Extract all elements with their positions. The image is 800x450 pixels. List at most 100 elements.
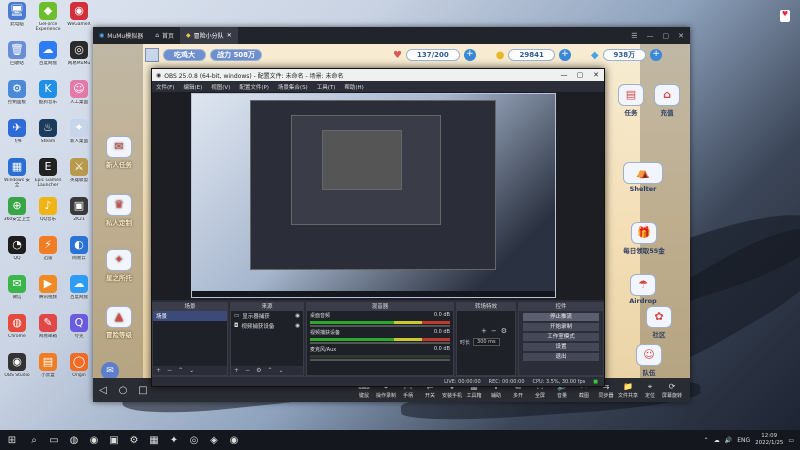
desktop-icon[interactable]: ◯ Origin: [64, 353, 94, 393]
eye-icon[interactable]: ◉: [295, 323, 300, 329]
home-button-icon[interactable]: ○: [113, 385, 133, 396]
desktop-icon[interactable]: ◎ 网易MuMu: [64, 41, 94, 81]
menu-item[interactable]: 帮助(H): [344, 83, 363, 91]
tray-expand-icon[interactable]: ⌃: [704, 437, 709, 444]
star-button[interactable]: ✦ 星之所托: [101, 249, 137, 282]
tasks-button[interactable]: ▤ 任务: [613, 84, 649, 117]
shelter-button[interactable]: ⛺ Shelter: [613, 162, 673, 193]
desktop-icon[interactable]: ✎ 网易邮箱: [33, 314, 63, 354]
taskbar-app-icon[interactable]: ✦: [164, 435, 184, 446]
start-icon[interactable]: ⊞: [0, 435, 24, 446]
taskbar-app-icon[interactable]: ◎: [184, 435, 204, 446]
taskbar-app-icon[interactable]: ◈: [204, 435, 224, 446]
tab-mumu[interactable]: ◉ MuMu模拟器: [93, 27, 149, 44]
team-button[interactable]: ☺ 队伍: [631, 344, 667, 377]
desktop-icon[interactable]: ✈ 飞书: [2, 119, 32, 159]
menu-item[interactable]: 视图(V): [211, 83, 230, 91]
toolbar-tool[interactable]: ⌖ 定位: [639, 381, 661, 399]
desktop-icon[interactable]: ▣ 2K21: [64, 197, 94, 237]
airdrop-button[interactable]: ☂ Airdrop: [613, 274, 673, 305]
desktop-icon[interactable]: ▶ 腾讯视频: [33, 275, 63, 315]
desktop-icon[interactable]: E Epic Games Launcher: [33, 158, 63, 198]
gear-icon[interactable]: ⚙: [256, 367, 261, 374]
menu-item[interactable]: 编辑(E): [183, 83, 202, 91]
remove-icon[interactable]: −: [167, 367, 172, 374]
remove-icon[interactable]: −: [491, 327, 497, 335]
scene-item[interactable]: 场景: [153, 311, 227, 321]
preview-canvas[interactable]: [191, 93, 556, 298]
minimize-icon[interactable]: —: [556, 71, 572, 79]
source-item[interactable]: ◘ 视频捕获设备 ◉: [231, 321, 303, 331]
settings-button[interactable]: 设置: [523, 343, 599, 351]
notification-center-icon[interactable]: ▭: [788, 437, 794, 444]
start-recording-button[interactable]: 开始录制: [523, 323, 599, 331]
desktop-icon[interactable]: ⚙ 控制面板: [2, 80, 32, 120]
taskbar-app-icon[interactable]: ⌕: [24, 435, 44, 446]
newbie-task-button[interactable]: ✉ 新人任务: [101, 136, 137, 169]
volume-fader[interactable]: [310, 342, 450, 344]
taskbar-app-icon[interactable]: ▦: [144, 435, 164, 446]
desktop-icon[interactable]: ◔ QQ: [2, 236, 32, 276]
desktop-icon[interactable]: ☁ 百度网盘: [64, 275, 94, 315]
desktop-icon[interactable]: ⚔ 英雄联盟: [64, 158, 94, 198]
tab-home[interactable]: ⌂ 首页: [149, 27, 180, 44]
desktop-icon[interactable]: ♪ QQ音乐: [33, 197, 63, 237]
menu-item[interactable]: 场景集合(S): [278, 83, 308, 91]
desktop-icon[interactable]: ⚡ 迅雷: [33, 236, 63, 276]
clock[interactable]: 12:09 2022/1/25: [755, 433, 783, 447]
menu-icon[interactable]: ☰: [631, 32, 637, 40]
close-icon[interactable]: ✕: [588, 71, 604, 79]
taskbar-app-icon[interactable]: ⚙: [124, 435, 144, 446]
volume-fader[interactable]: [310, 325, 450, 327]
recent-apps-icon[interactable]: □: [133, 385, 153, 396]
recharge-button[interactable]: ⌂ 充值: [649, 84, 685, 117]
desktop-icon[interactable]: ◉ OBS Studio: [2, 353, 32, 393]
language-indicator[interactable]: ENG: [737, 437, 750, 444]
custom-button[interactable]: ♛ 私人定制: [101, 194, 137, 227]
desktop-icon[interactable]: ⊕ 360安全卫士: [2, 197, 32, 237]
taskbar-app-icon[interactable]: ◉: [224, 435, 244, 446]
notification-icon[interactable]: ♥: [780, 10, 790, 22]
add-icon[interactable]: +: [481, 327, 487, 335]
taskbar-app-icon[interactable]: ▭: [44, 435, 64, 446]
duration-field[interactable]: 300 ms: [473, 338, 500, 346]
down-icon[interactable]: ⌄: [278, 367, 283, 374]
desktop-icon[interactable]: K 酷狗音乐: [33, 80, 63, 120]
volume-fader[interactable]: [310, 359, 450, 361]
taskbar-app-icon[interactable]: ◍: [64, 435, 84, 446]
desktop-icon[interactable]: ◍ Chrome: [2, 314, 32, 354]
toolbar-tool[interactable]: ⟳ 屏幕旋转: [661, 381, 683, 399]
desktop-icon[interactable]: ☺ 人工桌面: [64, 80, 94, 120]
desktop-icon[interactable]: ✉ 微信: [2, 275, 32, 315]
down-icon[interactable]: ⌄: [189, 367, 194, 374]
menu-item[interactable]: 文件(F): [156, 83, 174, 91]
studio-mode-button[interactable]: 工作室模式: [523, 333, 599, 341]
desktop-icon[interactable]: ◆ GeForce Experience: [33, 2, 63, 42]
add-gem-button[interactable]: +: [650, 49, 663, 61]
maximize-icon[interactable]: ▢: [663, 32, 670, 40]
network-icon[interactable]: ☁: [714, 437, 720, 444]
desktop-icon[interactable]: 🖥 此电脑: [2, 2, 32, 42]
obs-preview[interactable]: [152, 92, 604, 300]
desktop-icon[interactable]: ◐ 网易云: [64, 236, 94, 276]
volume-icon[interactable]: 🔊: [725, 437, 732, 444]
desktop-icon[interactable]: 🗑 回收站: [2, 41, 32, 81]
maximize-icon[interactable]: ▢: [572, 71, 588, 79]
desktop-icon[interactable]: ☁ 百度网盘: [33, 41, 63, 81]
up-icon[interactable]: ⌃: [267, 367, 272, 374]
menu-item[interactable]: 配置文件(P): [239, 83, 269, 91]
menu-item[interactable]: 工具(T): [317, 83, 336, 91]
adventure-level-button[interactable]: ▲ 冒险等级: [101, 306, 137, 339]
community-button[interactable]: ✿ 社区: [641, 306, 677, 339]
desktop-icon[interactable]: ♨ Steam: [33, 119, 63, 159]
back-icon[interactable]: ◁: [93, 385, 113, 396]
tab-game[interactable]: ◆ 冒险小分队 ✕: [180, 27, 238, 44]
taskbar-app-icon[interactable]: ◉: [84, 435, 104, 446]
add-icon[interactable]: +: [234, 367, 239, 374]
close-tab-icon[interactable]: ✕: [227, 32, 232, 39]
desktop-icon[interactable]: ▤ 小黑盒: [33, 353, 63, 393]
minimize-icon[interactable]: —: [647, 32, 654, 40]
gear-icon[interactable]: ⚙: [501, 327, 507, 335]
stop-streaming-button[interactable]: 停止推流: [523, 313, 599, 321]
desktop-icon[interactable]: ◉ WeGameX: [64, 2, 94, 42]
